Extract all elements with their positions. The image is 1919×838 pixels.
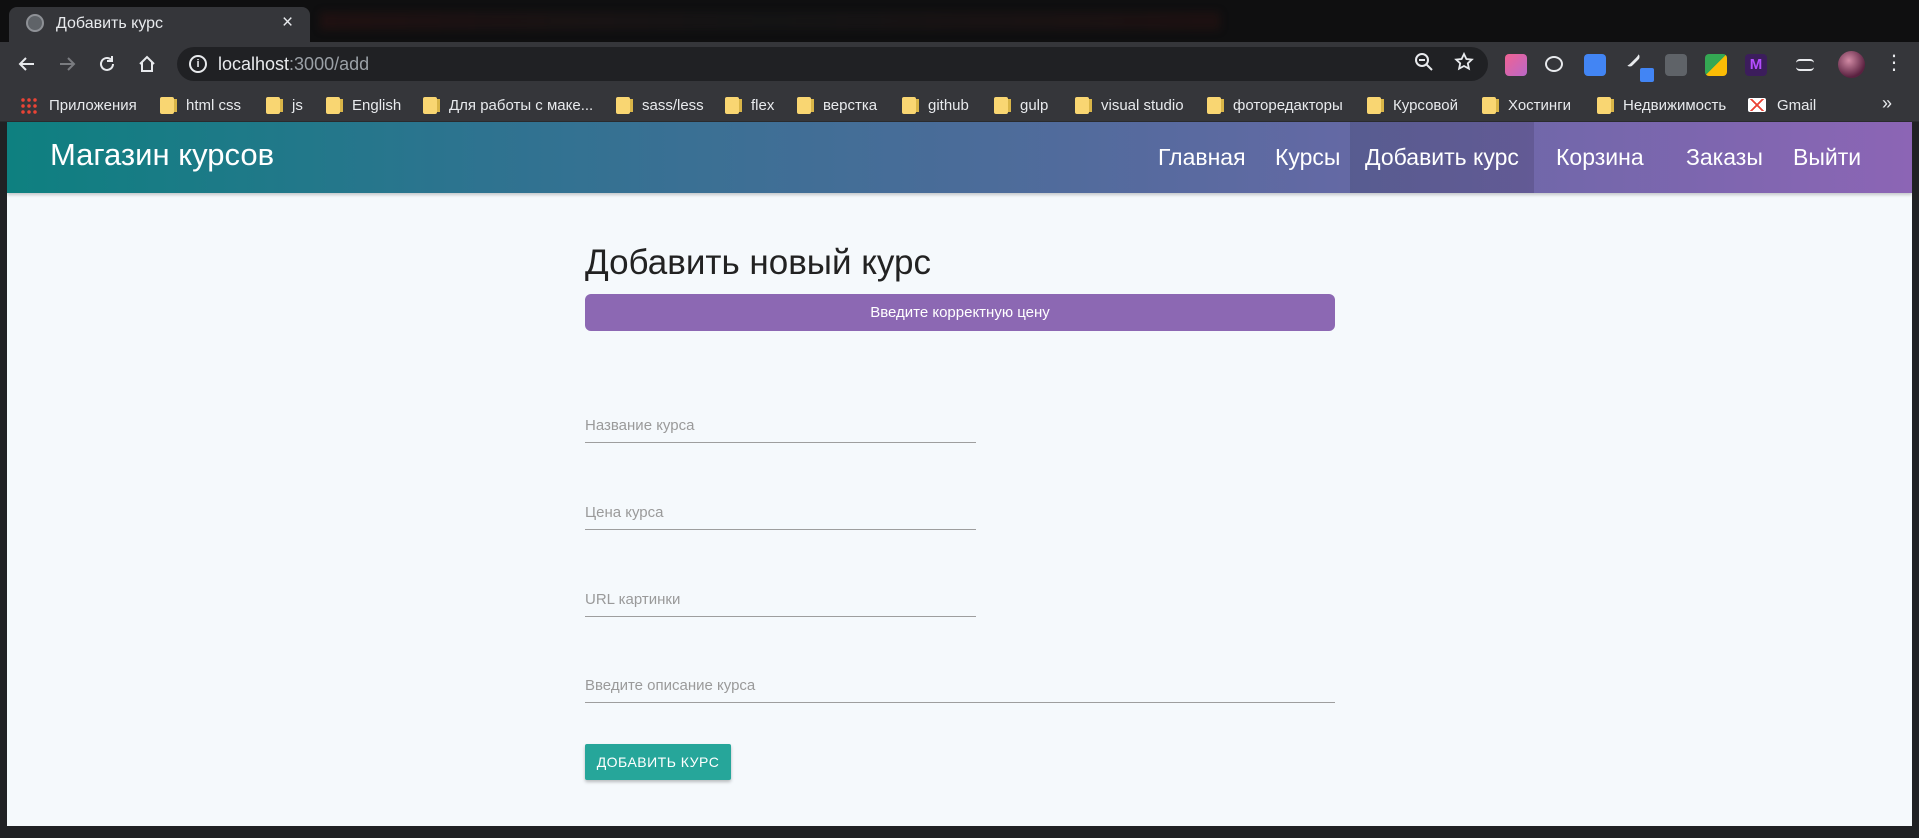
bookmark-apps[interactable]: Приложения — [20, 95, 137, 115]
image-url-field — [585, 582, 976, 618]
bookmark-folder[interactable]: Курсовой — [1367, 95, 1458, 115]
bookmark-folder[interactable]: Хостинги — [1482, 95, 1571, 115]
nav-link-orders[interactable]: Заказы — [1671, 122, 1778, 193]
browser-tab[interactable]: Добавить курс × — [9, 7, 310, 42]
nav-link-home[interactable]: Главная — [1143, 122, 1261, 193]
menu-kebab-icon[interactable]: ⋮ — [1884, 50, 1904, 75]
folder-icon — [902, 96, 919, 114]
course-price-input[interactable] — [585, 495, 976, 530]
bookmark-folder[interactable]: sass/less — [616, 95, 704, 115]
description-input[interactable] — [585, 668, 1335, 703]
badge-icon — [1640, 68, 1654, 82]
forward-arrow-icon[interactable] — [51, 48, 83, 80]
chevron-more-icon[interactable]: » — [1882, 93, 1892, 114]
chat-extension-icon[interactable] — [1545, 56, 1563, 72]
bookmark-folder[interactable]: фоторедакторы — [1207, 95, 1343, 115]
course-title-field — [585, 408, 976, 444]
back-arrow-icon[interactable] — [11, 48, 43, 80]
bookmark-folder[interactable]: Недвижимость — [1597, 95, 1726, 115]
folder-icon — [1482, 96, 1499, 114]
bookmark-folder[interactable]: flex — [725, 95, 774, 115]
image-url-input[interactable] — [585, 582, 976, 617]
nav-link-logout[interactable]: Выйти — [1778, 122, 1876, 193]
page-viewport: Магазин курсов Главная Курсы Добавить ку… — [7, 122, 1912, 826]
folder-icon — [266, 96, 283, 114]
folder-icon — [1075, 96, 1092, 114]
folder-icon — [797, 96, 814, 114]
close-icon[interactable]: × — [282, 12, 293, 34]
folder-icon — [1597, 96, 1614, 114]
folder-icon — [1207, 96, 1224, 114]
folder-icon — [160, 96, 177, 114]
add-course-button[interactable]: Добавить курс — [585, 744, 731, 780]
home-icon[interactable] — [131, 48, 163, 80]
bookmark-folder[interactable]: visual studio — [1075, 95, 1184, 115]
info-icon[interactable]: i — [189, 55, 207, 73]
house-extension-icon[interactable] — [1705, 54, 1727, 76]
folder-icon — [725, 96, 742, 114]
page-title: Добавить новый курс — [585, 243, 932, 282]
bookmark-folder[interactable]: English — [326, 95, 401, 115]
folder-icon — [616, 96, 633, 114]
folder-icon — [423, 96, 440, 114]
nav-link-cart[interactable]: Корзина — [1541, 122, 1659, 193]
blurred-tabs — [320, 12, 1220, 30]
tab-strip: Добавить курс × — [0, 0, 1919, 42]
grid-extension-icon[interactable] — [1665, 54, 1687, 76]
bookmark-folder[interactable]: github — [902, 95, 969, 115]
folder-icon — [1367, 96, 1384, 114]
bookmark-folder[interactable]: html css — [160, 95, 241, 115]
reload-icon[interactable] — [91, 48, 123, 80]
playlist-icon[interactable] — [1796, 59, 1814, 71]
m-extension-icon[interactable]: M — [1745, 54, 1767, 76]
address-bar[interactable]: i localhost:3000/add — [177, 47, 1488, 81]
browser-toolbar: i localhost:3000/add M ⋮ — [0, 42, 1919, 86]
avatar[interactable] — [1838, 51, 1865, 78]
bookmark-folder[interactable]: верстка — [797, 95, 877, 115]
nav-link-courses[interactable]: Курсы — [1260, 122, 1355, 193]
star-icon[interactable] — [1454, 51, 1474, 78]
url-text[interactable]: localhost:3000/add — [218, 54, 369, 75]
course-price-field — [585, 495, 976, 531]
nav-link-add-course[interactable]: Добавить курс — [1350, 122, 1534, 193]
bookmark-folder[interactable]: js — [266, 95, 303, 115]
translate-extension-icon[interactable] — [1584, 54, 1606, 76]
tab-title: Добавить курс — [56, 15, 164, 32]
globe-icon — [26, 14, 44, 32]
course-title-input[interactable] — [585, 408, 976, 443]
pen-extension-icon[interactable] — [1622, 49, 1642, 69]
folder-icon — [994, 96, 1011, 114]
description-field — [585, 668, 1335, 704]
bookmarks-bar: Приложения html css js English Для работ… — [0, 86, 1919, 122]
apps-icon — [20, 96, 37, 114]
error-alert: Введите корректную цену — [585, 294, 1335, 331]
folder-icon — [326, 96, 343, 114]
bookmark-gmail[interactable]: Gmail — [1748, 95, 1816, 115]
site-navbar: Магазин курсов Главная Курсы Добавить ку… — [7, 122, 1912, 193]
bookmark-folder[interactable]: gulp — [994, 95, 1048, 115]
gmail-icon — [1748, 98, 1766, 112]
bookmark-folder[interactable]: Для работы с маке... — [423, 95, 593, 115]
zoom-icon[interactable] — [1414, 52, 1434, 78]
extension-icon[interactable] — [1505, 54, 1527, 76]
brand-logo[interactable]: Магазин курсов — [50, 137, 274, 173]
